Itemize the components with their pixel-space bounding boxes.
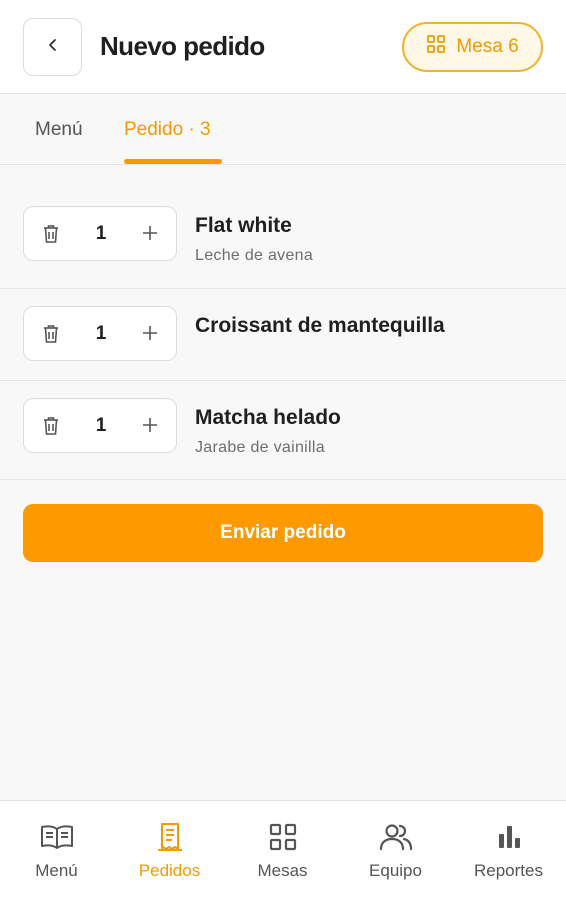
quantity-stepper: 1 [23,206,177,261]
order-item: 1 Flat white Leche de avena [0,166,566,289]
back-button[interactable] [23,18,82,76]
receipt-icon [113,821,226,853]
quantity-value: 1 [95,414,107,436]
nav-item-reports[interactable]: Reportes [452,801,565,900]
nav-label: Mesas [257,861,308,880]
quantity-value: 1 [95,222,107,244]
tab-bar: Menú Pedido · 3 [0,95,566,165]
chevron-left-icon [46,38,60,57]
nav-label: Pedidos [138,861,201,880]
trash-icon[interactable] [40,223,62,245]
item-name: Matcha helado [195,406,341,429]
quantity-stepper: 1 [23,306,177,361]
item-name: Flat white [195,214,292,237]
tab-menu[interactable]: Menú [35,95,83,165]
nav-item-team[interactable]: Equipo [339,801,452,900]
bottom-nav: Menú Pedidos Mesas Equipo Reportes [0,800,566,900]
send-order-button[interactable]: Enviar pedido [23,504,543,562]
active-tab-indicator [124,159,222,164]
item-note: Jarabe de vainilla [195,439,325,456]
plus-icon[interactable] [138,321,162,345]
table-badge[interactable]: Mesa 6 [402,22,543,72]
team-icon [339,821,452,853]
header: Nuevo pedido Mesa 6 [0,0,566,94]
item-note: Leche de avena [195,247,314,264]
item-name: Croissant de mantequilla [195,314,445,337]
nav-label: Menú [35,861,78,880]
nav-label: Reportes [474,861,543,880]
plus-icon[interactable] [138,221,162,245]
grid-icon [226,821,339,853]
order-item: 1 Croissant de mantequilla [0,289,566,381]
quantity-stepper: 1 [23,398,177,453]
order-list: 1 Flat white Leche de avena 1 Croissant … [0,166,566,480]
trash-icon[interactable] [40,415,62,437]
tab-order[interactable]: Pedido · 3 [124,95,211,165]
book-icon [0,821,113,853]
trash-icon[interactable] [40,323,62,345]
bar-chart-icon [452,821,565,853]
quantity-value: 1 [95,322,107,344]
plus-icon[interactable] [138,413,162,437]
nav-item-menu[interactable]: Menú [0,801,113,900]
nav-item-orders[interactable]: Pedidos [113,801,226,900]
table-badge-label: Mesa 6 [456,36,519,57]
grid-icon [426,34,446,60]
nav-label: Equipo [369,861,422,880]
page-title: Nuevo pedido [100,31,265,61]
order-item: 1 Matcha helado Jarabe de vainilla [0,381,566,480]
nav-item-tables[interactable]: Mesas [226,801,339,900]
